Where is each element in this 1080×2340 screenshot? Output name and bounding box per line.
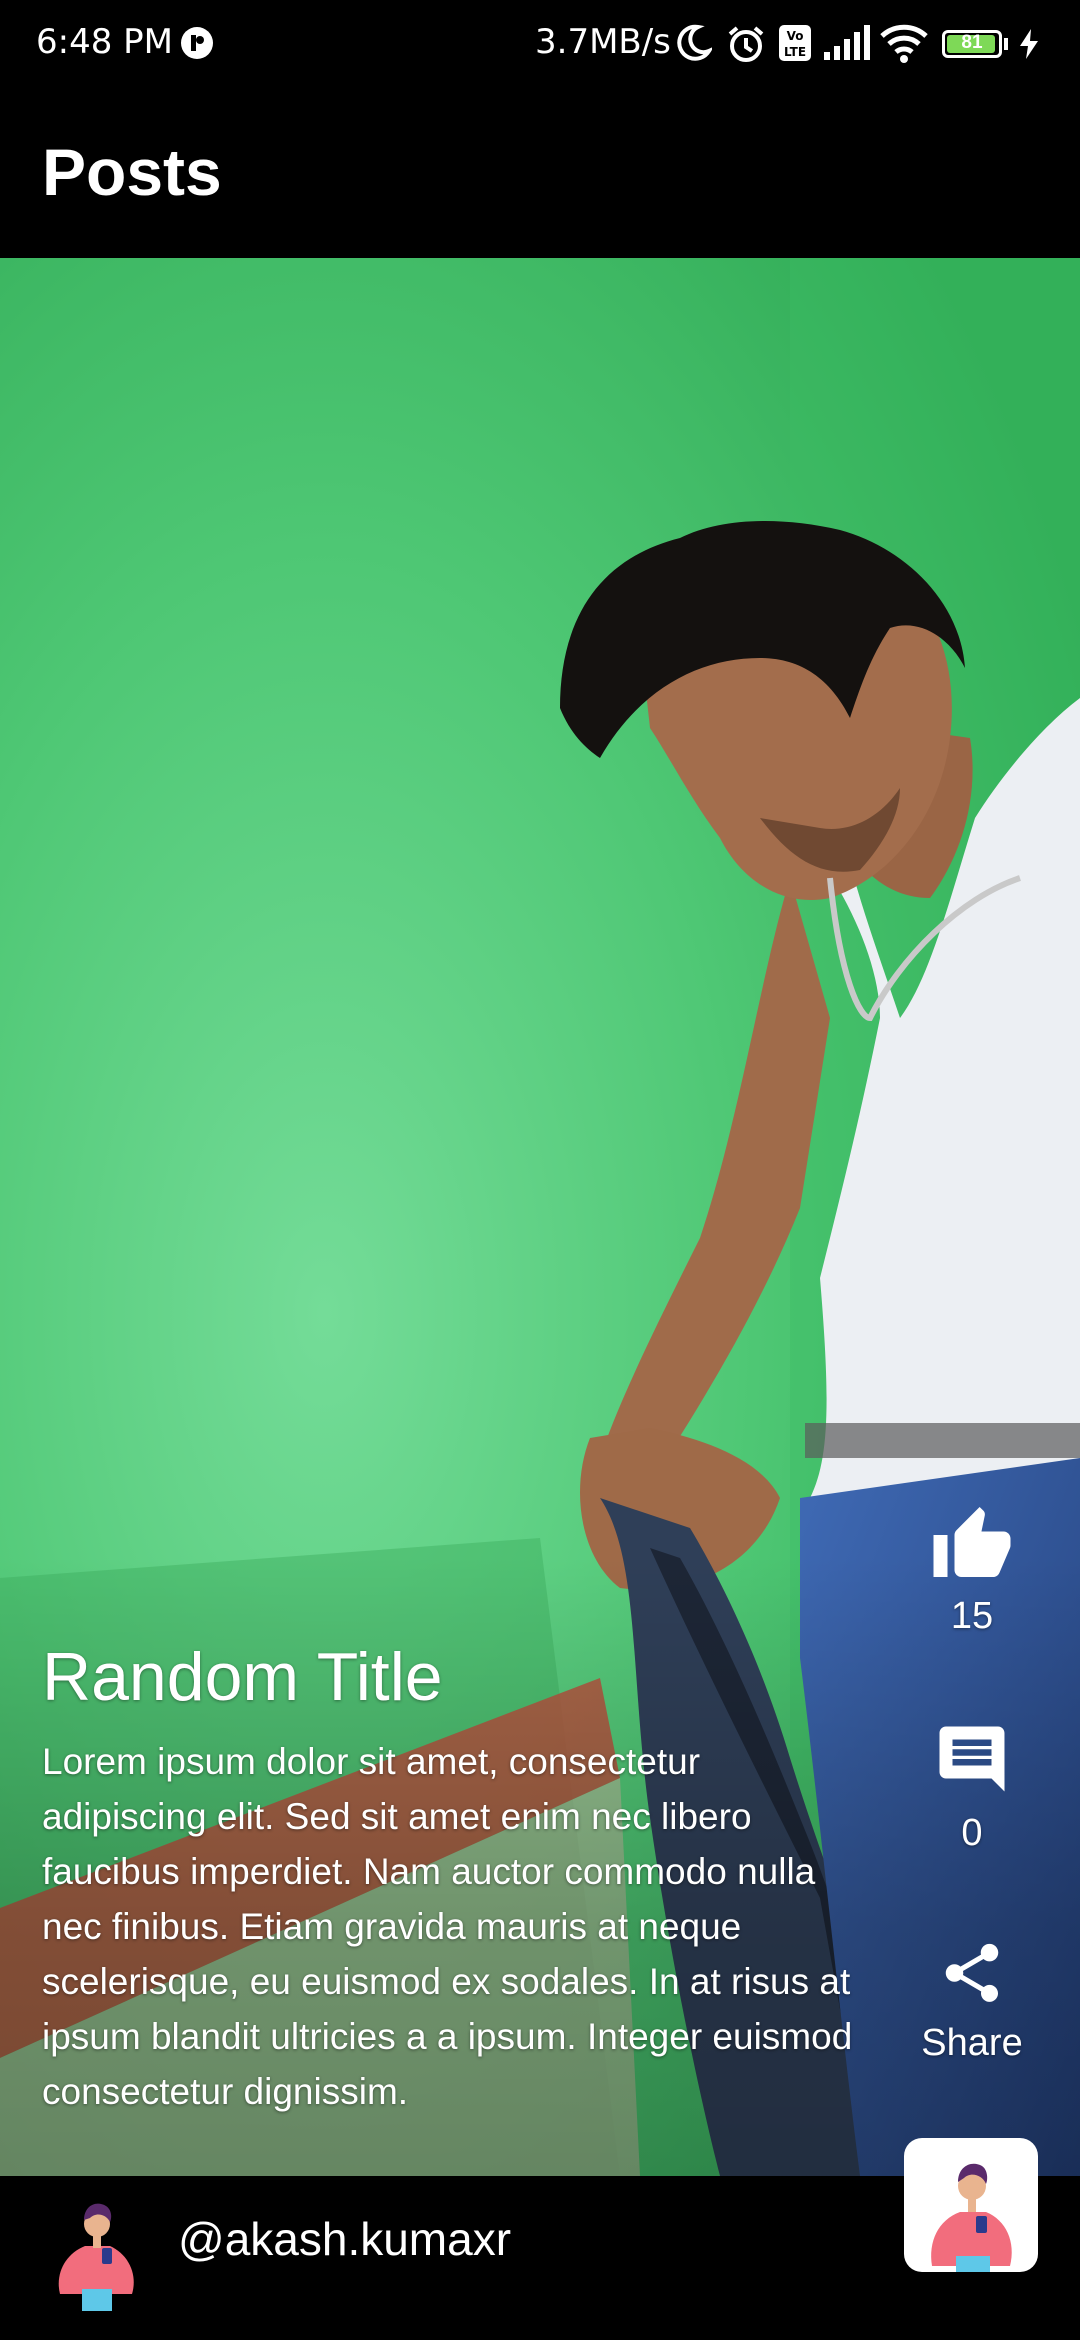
author-avatar[interactable]	[40, 2184, 155, 2314]
comment-count: 0	[961, 1812, 983, 1854]
app-bar: Posts	[0, 90, 1080, 258]
like-count: 15	[950, 1595, 994, 1637]
notification-dot-icon	[180, 26, 214, 65]
author-username[interactable]: @akash.kumaxr	[178, 2212, 511, 2266]
status-bar: 6:48 PM 3.7MB/s Vo LTE 81	[0, 0, 1080, 90]
signal-icon	[822, 24, 870, 67]
battery-icon: 81	[942, 30, 1002, 58]
wifi-icon	[880, 24, 928, 69]
network-speed: 3.7MB/s	[535, 22, 671, 62]
post-title: Random Title	[42, 1639, 443, 1715]
share-button[interactable]: Share	[902, 1938, 1042, 2065]
upload-fab-button[interactable]	[904, 2138, 1038, 2272]
status-time: 6:48 PM	[36, 22, 173, 62]
battery-level: 81	[961, 32, 983, 53]
post-description: Lorem ipsum dolor sit amet, consectetur …	[42, 1741, 853, 2112]
svg-text:LTE: LTE	[784, 45, 806, 59]
volte-icon: Vo LTE	[778, 24, 812, 67]
share-label: Share	[921, 2022, 1023, 2064]
share-icon	[945, 1943, 999, 2002]
thumb-up-icon	[933, 1507, 1011, 1577]
like-button[interactable]: 15	[902, 1503, 1042, 1638]
comment-icon	[939, 1726, 1005, 1792]
charging-icon	[1018, 28, 1040, 65]
moon-icon	[676, 24, 715, 67]
comment-button[interactable]: 0	[902, 1720, 1042, 1855]
page-title: Posts	[42, 135, 222, 209]
user-illustration-icon	[931, 2163, 1012, 2272]
alarm-icon	[726, 24, 766, 69]
post-video[interactable]: Random Title Lorem ipsum dolor sit amet,…	[0, 258, 1080, 2176]
svg-text:Vo: Vo	[787, 29, 804, 43]
